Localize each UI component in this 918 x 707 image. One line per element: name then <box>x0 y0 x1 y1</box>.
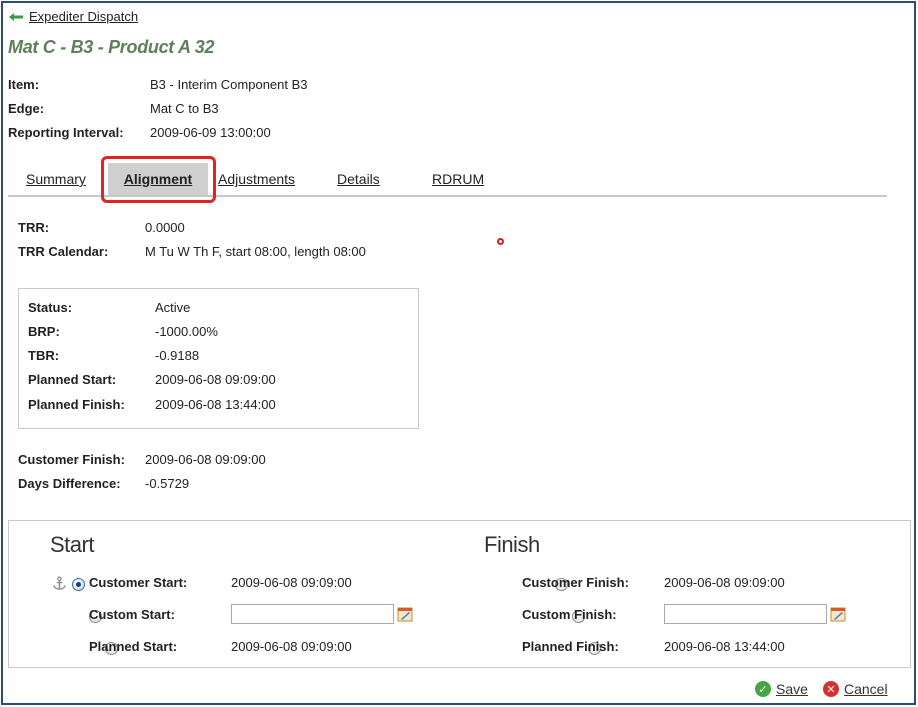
planned-start-option-label: Planned Start: <box>89 639 178 654</box>
planned-start-label: Planned Start: <box>28 372 117 387</box>
edge-label: Edge: <box>8 101 45 116</box>
customer-start-label: Customer Start: <box>89 575 188 590</box>
customer-finish-option-label: Customer Finish: <box>522 575 629 590</box>
reporting-interval-label: Reporting Interval: <box>8 125 124 140</box>
save-check-icon: ✓ <box>755 681 771 697</box>
trr-calendar-label: TRR Calendar: <box>18 244 109 259</box>
customer-finish-label: Customer Finish: <box>18 452 125 467</box>
customer-start-value: 2009-06-08 09:09:00 <box>231 575 352 590</box>
tbr-label: TBR: <box>28 348 60 363</box>
tab-rdrum[interactable]: RDRUM <box>432 171 484 187</box>
back-arrow-icon <box>9 12 23 21</box>
edge-value: Mat C to B3 <box>150 101 219 116</box>
anchor-icon <box>53 576 66 590</box>
brp-value: -1000.00% <box>155 324 218 339</box>
planned-start-option-value: 2009-06-08 09:09:00 <box>231 639 352 654</box>
cursor-marker-icon <box>497 238 504 245</box>
trr-label: TRR: <box>18 220 50 235</box>
status-label: Status: <box>28 300 73 315</box>
planned-finish-option-label: Planned Finish: <box>522 639 619 654</box>
back-link-label[interactable]: Expediter Dispatch <box>29 9 138 24</box>
start-heading: Start <box>50 532 94 557</box>
custom-finish-label: Custom Finish: <box>522 607 617 622</box>
reporting-interval-value: 2009-06-09 13:00:00 <box>150 125 271 140</box>
custom-start-label: Custom Start: <box>89 607 175 622</box>
tab-summary[interactable]: Summary <box>26 171 86 187</box>
item-value: B3 - Interim Component B3 <box>150 77 308 92</box>
back-link[interactable]: Expediter Dispatch <box>8 9 138 24</box>
cancel-button-label[interactable]: Cancel <box>844 681 888 697</box>
days-difference-value: -0.5729 <box>145 476 190 491</box>
days-difference-label: Days Difference: <box>18 476 121 491</box>
custom-start-input[interactable] <box>231 604 394 624</box>
planned-finish-label: Planned Finish: <box>28 397 125 412</box>
finish-heading: Finish <box>484 532 540 557</box>
tab-adjustments[interactable]: Adjustments <box>218 171 295 187</box>
planned-finish-option-value: 2009-06-08 13:44:00 <box>664 639 785 654</box>
page-title: Mat C - B3 - Product A 32 <box>8 37 215 57</box>
planned-finish-value: 2009-06-08 13:44:00 <box>155 397 276 412</box>
calendar-icon[interactable] <box>397 606 413 622</box>
cancel-button[interactable]: ✕ Cancel <box>823 681 888 697</box>
customer-finish-value: 2009-06-08 09:09:00 <box>145 452 266 467</box>
trr-calendar-value: M Tu W Th F, start 08:00, length 08:00 <box>145 244 366 259</box>
save-button[interactable]: ✓ Save <box>755 681 808 697</box>
save-button-label[interactable]: Save <box>776 681 808 697</box>
planned-start-value: 2009-06-08 09:09:00 <box>155 372 276 387</box>
custom-finish-input[interactable] <box>664 604 827 624</box>
item-label: Item: <box>8 77 40 92</box>
tabs-divider <box>8 195 887 197</box>
cancel-x-icon: ✕ <box>823 681 839 697</box>
tab-alignment[interactable]: Alignment <box>108 163 208 195</box>
customer-finish-option-value: 2009-06-08 09:09:00 <box>664 575 785 590</box>
tbr-value: -0.9188 <box>155 348 200 363</box>
customer-start-radio[interactable] <box>72 578 85 591</box>
calendar-icon[interactable] <box>830 606 846 622</box>
tab-details[interactable]: Details <box>337 171 380 187</box>
status-value: Active <box>155 300 191 315</box>
brp-label: BRP: <box>28 324 60 339</box>
trr-value: 0.0000 <box>145 220 185 235</box>
